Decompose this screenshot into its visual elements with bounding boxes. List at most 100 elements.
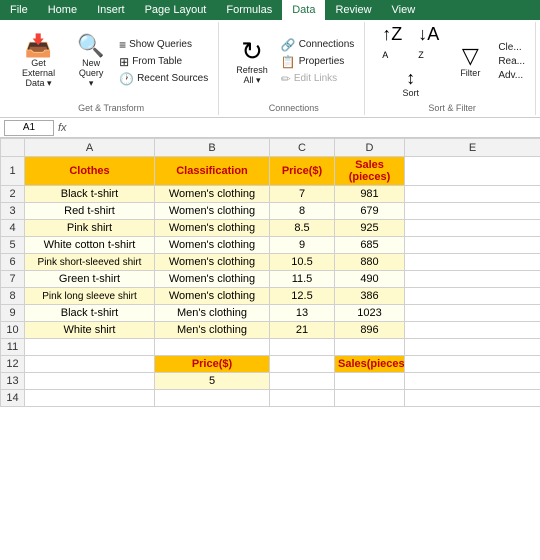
cell-a14[interactable] [25,390,155,407]
cell-e5[interactable] [405,237,540,254]
tab-view[interactable]: View [382,0,426,20]
cell-a4[interactable]: Pink shirt [25,220,155,237]
col-header-d[interactable]: D [335,139,405,157]
cell-a11[interactable] [25,339,155,356]
cell-e11[interactable] [405,339,540,356]
row-num-3[interactable]: 3 [1,203,25,220]
col-header-a[interactable]: A [25,139,155,157]
cell-b5[interactable]: Women's clothing [155,237,270,254]
cell-c7[interactable]: 11.5 [270,271,335,288]
row-num-1[interactable]: 1 [1,157,25,186]
clear-button[interactable]: Cle... [494,41,529,54]
cell-c6[interactable]: 10.5 [270,254,335,271]
row-num-12[interactable]: 12 [1,356,25,373]
cell-d9[interactable]: 1023 [335,305,405,322]
cell-e9[interactable] [405,305,540,322]
cell-b1[interactable]: Classification [155,157,270,186]
cell-e14[interactable] [405,390,540,407]
cell-b9[interactable]: Men's clothing [155,305,270,322]
cell-d4[interactable]: 925 [335,220,405,237]
cell-b6[interactable]: Women's clothing [155,254,270,271]
tab-home[interactable]: Home [38,0,87,20]
cell-d1[interactable]: Sales(pieces) [335,157,405,186]
cell-b2[interactable]: Women's clothing [155,186,270,203]
cell-b12[interactable]: Price($) [155,356,270,373]
cell-c13[interactable] [270,373,335,390]
row-num-13[interactable]: 13 [1,373,25,390]
row-num-5[interactable]: 5 [1,237,25,254]
recent-sources-button[interactable]: 🕐 Recent Sources [115,71,212,87]
cell-e4[interactable] [405,220,540,237]
cell-d11[interactable] [335,339,405,356]
cell-d5[interactable]: 685 [335,237,405,254]
row-num-14[interactable]: 14 [1,390,25,407]
cell-b8[interactable]: Women's clothing [155,288,270,305]
cell-a9[interactable]: Black t-shirt [25,305,155,322]
edit-links-button[interactable]: ✏ Edit Links [277,71,359,87]
filter-button[interactable]: ▽ Filter [448,42,492,81]
tab-file[interactable]: File [0,0,38,20]
cell-a12[interactable] [25,356,155,373]
tab-page-layout[interactable]: Page Layout [135,0,217,20]
tab-data[interactable]: Data [282,0,325,20]
formula-input[interactable] [71,122,536,133]
cell-b14[interactable] [155,390,270,407]
cell-d14[interactable] [335,390,405,407]
cell-d6[interactable]: 880 [335,254,405,271]
cell-a5[interactable]: White cotton t-shirt [25,237,155,254]
cell-a7[interactable]: Green t-shirt [25,271,155,288]
cell-c1[interactable]: Price($) [270,157,335,186]
reapply-button[interactable]: Rea... [494,55,529,68]
cell-c12[interactable] [270,356,335,373]
tab-review[interactable]: Review [325,0,381,20]
cell-d12[interactable]: Sales(pieces) [335,356,405,373]
show-queries-button[interactable]: ≡ Show Queries [115,37,212,53]
cell-a2[interactable]: Black t-shirt [25,186,155,203]
col-header-c[interactable]: C [270,139,335,157]
cell-e8[interactable] [405,288,540,305]
row-num-11[interactable]: 11 [1,339,25,356]
cell-a13[interactable] [25,373,155,390]
col-header-b[interactable]: B [155,139,270,157]
cell-a1[interactable]: Clothes [25,157,155,186]
cell-a6[interactable]: Pink short-sleeved shirt [25,254,155,271]
cell-e3[interactable] [405,203,540,220]
tab-formulas[interactable]: Formulas [216,0,282,20]
cell-c14[interactable] [270,390,335,407]
cell-d8[interactable]: 386 [335,288,405,305]
row-num-9[interactable]: 9 [1,305,25,322]
new-query-button[interactable]: 🔍 NewQuery ▾ [69,32,113,92]
cell-c5[interactable]: 9 [270,237,335,254]
cell-b13[interactable]: 5 [155,373,270,390]
cell-d2[interactable]: 981 [335,186,405,203]
cell-c11[interactable] [270,339,335,356]
cell-b11[interactable] [155,339,270,356]
cell-b4[interactable]: Women's clothing [155,220,270,237]
cell-c4[interactable]: 8.5 [270,220,335,237]
name-box[interactable] [4,120,54,136]
cell-b3[interactable]: Women's clothing [155,203,270,220]
sort-button[interactable]: ↕ Sort [389,66,433,101]
cell-e1[interactable] [405,157,540,186]
advanced-button[interactable]: Adv... [494,69,529,82]
row-num-6[interactable]: 6 [1,254,25,271]
cell-c9[interactable]: 13 [270,305,335,322]
tab-insert[interactable]: Insert [87,0,135,20]
cell-a10[interactable]: White shirt [25,322,155,339]
row-num-4[interactable]: 4 [1,220,25,237]
row-num-2[interactable]: 2 [1,186,25,203]
row-num-10[interactable]: 10 [1,322,25,339]
cell-d3[interactable]: 679 [335,203,405,220]
cell-d10[interactable]: 896 [335,322,405,339]
cell-e13[interactable] [405,373,540,390]
cell-a3[interactable]: Red t-shirt [25,203,155,220]
sort-za-button[interactable]: ↓AZ [411,22,446,64]
get-external-data-button[interactable]: 📥 Get ExternalData ▾ [10,32,67,92]
cell-d7[interactable]: 490 [335,271,405,288]
properties-button[interactable]: 📋 Properties [277,54,359,70]
cell-b7[interactable]: Women's clothing [155,271,270,288]
cell-c2[interactable]: 7 [270,186,335,203]
cell-c8[interactable]: 12.5 [270,288,335,305]
cell-b10[interactable]: Men's clothing [155,322,270,339]
sort-az-button[interactable]: ↑ZA [375,22,409,64]
